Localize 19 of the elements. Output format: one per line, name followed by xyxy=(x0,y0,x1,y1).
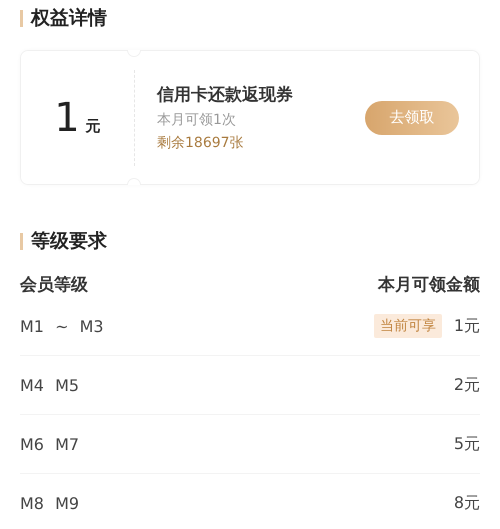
tier-label: M4 M5 xyxy=(20,376,80,394)
claim-button[interactable]: 去领取 xyxy=(365,100,459,134)
amount-cell: 5元 xyxy=(454,434,480,454)
column-header: 本月可领金额 xyxy=(378,274,480,296)
section-title: 权益详情 xyxy=(31,6,107,31)
tier-label: M1 ~ M3 xyxy=(20,316,104,336)
amount-cell: 8元 xyxy=(454,492,480,514)
remaining-count: 剩余18697张 xyxy=(157,134,245,152)
section-title: 等级要求 xyxy=(31,229,107,254)
tier-label: M8 M9 xyxy=(20,494,80,512)
current-badge: 当前可享 xyxy=(374,314,442,338)
column-header: 会员等级 xyxy=(20,274,88,296)
amount-cell: 2元 xyxy=(454,374,480,396)
currency-unit: 元 xyxy=(86,116,101,136)
amount-cell: 1元 xyxy=(454,316,480,336)
tier-label: M6 M7 xyxy=(20,434,80,454)
coupon-amount: 1 xyxy=(54,94,80,140)
claim-limit: 本月可领1次 xyxy=(157,111,237,129)
coupon-title: 信用卡还款返现券 xyxy=(157,84,294,106)
